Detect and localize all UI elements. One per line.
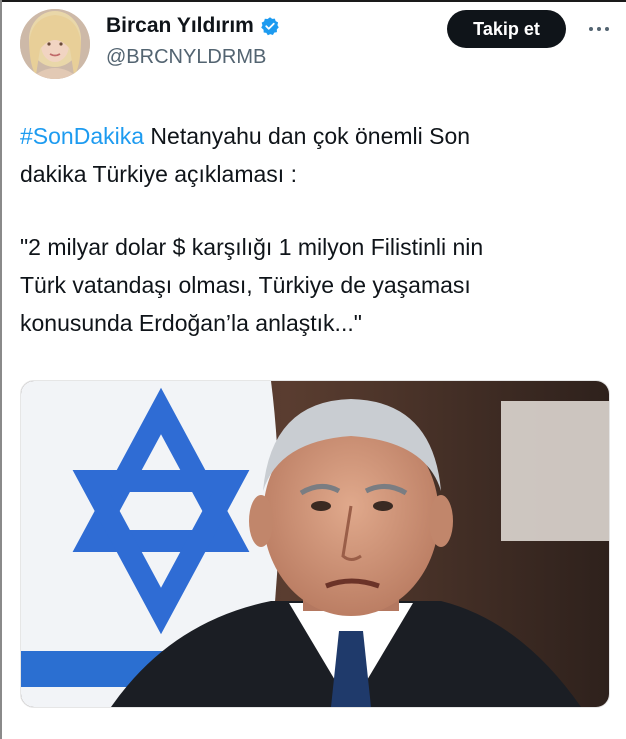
tweet-text-line-1: #SonDakika Netanyahu dan çok önemli Son [20, 117, 610, 155]
tweet-quote-line-1: "2 milyar dolar $ karşılığı 1 milyon Fil… [20, 234, 484, 260]
verified-badge-icon [260, 16, 280, 36]
tweet-quote-line-3: konusunda Erdoğan’la anlaştık..." [20, 310, 362, 336]
avatar[interactable] [20, 9, 90, 79]
left-border [0, 0, 2, 739]
more-dot [589, 27, 593, 31]
follow-button[interactable]: Takip et [447, 10, 566, 48]
tweet-text-line-2: dakika Türkiye açıklaması : [20, 161, 297, 187]
author-name-text: Bircan Yıldırım [106, 14, 254, 37]
tweet-text-rest: Netanyahu dan çok önemli Son [144, 123, 471, 149]
author-name[interactable]: Bircan Yıldırım [106, 14, 280, 38]
more-dot [597, 27, 601, 31]
tweet-media-image[interactable] [20, 380, 610, 708]
top-border [0, 0, 626, 2]
hashtag-link[interactable]: #SonDakika [20, 123, 144, 149]
author-handle[interactable]: @BRCNYLDRMB [106, 46, 266, 69]
more-options-icon[interactable] [584, 18, 614, 40]
tweet-quote-line-2: Türk vatandaşı olması, Türkiye de yaşama… [20, 272, 471, 298]
more-dot [605, 27, 609, 31]
